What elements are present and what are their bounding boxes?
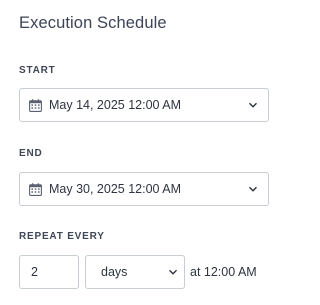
end-label: END bbox=[19, 148, 43, 159]
repeat-row: days at 12:00 AM bbox=[19, 255, 257, 289]
start-date-value: May 14, 2025 12:00 AM bbox=[49, 98, 182, 112]
end-date-picker[interactable]: May 30, 2025 12:00 AM bbox=[19, 172, 269, 206]
repeat-unit-value: days bbox=[101, 265, 128, 279]
repeat-every-label: REPEAT EVERY bbox=[19, 231, 105, 242]
chevron-down-icon bbox=[248, 100, 258, 110]
chevron-down-icon bbox=[168, 267, 178, 277]
section-title: Execution Schedule bbox=[19, 14, 167, 32]
chevron-down-icon bbox=[248, 184, 258, 194]
start-date-picker[interactable]: May 14, 2025 12:00 AM bbox=[19, 88, 269, 122]
calendar-icon bbox=[29, 182, 42, 196]
start-label: START bbox=[19, 65, 56, 76]
repeat-unit-select[interactable]: days bbox=[85, 255, 185, 289]
repeat-interval-input[interactable] bbox=[19, 255, 79, 289]
end-date-value: May 30, 2025 12:00 AM bbox=[49, 182, 182, 196]
calendar-icon bbox=[29, 98, 42, 112]
repeat-time-text: at 12:00 AM bbox=[190, 265, 257, 279]
